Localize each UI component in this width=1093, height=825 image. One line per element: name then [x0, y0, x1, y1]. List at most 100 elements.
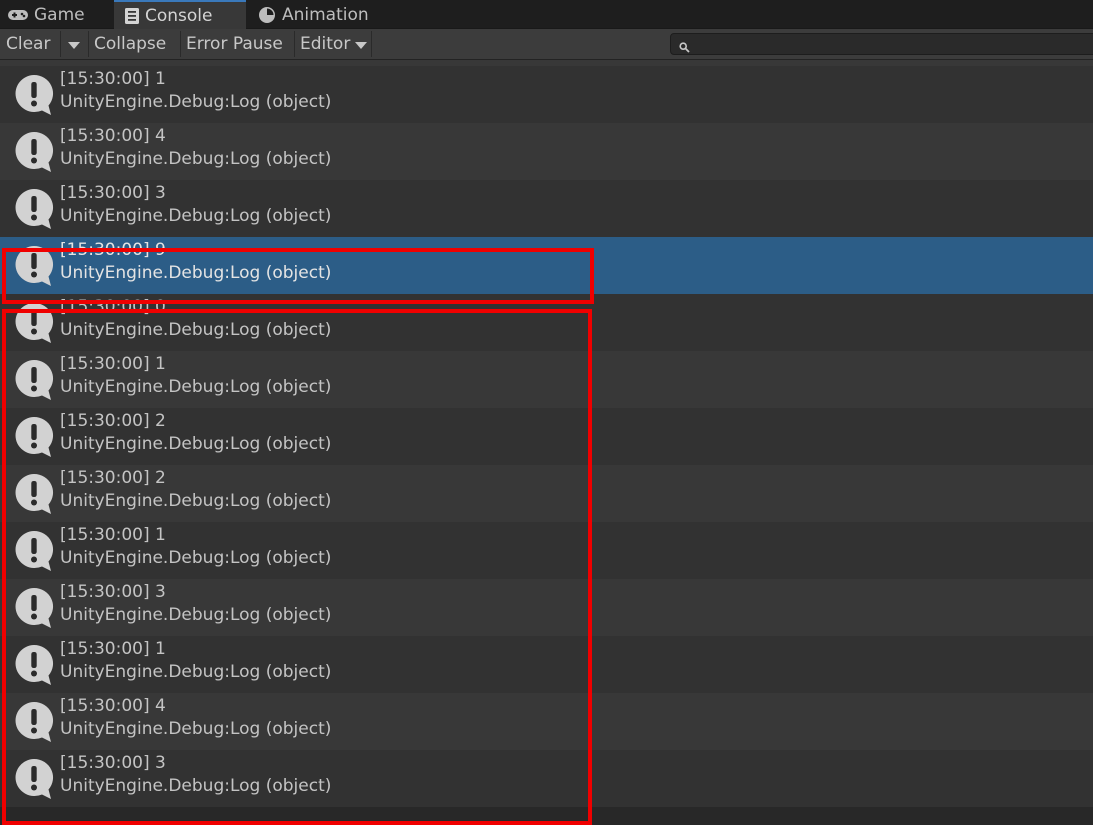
log-stack-source: UnityEngine.Debug:Log (object): [60, 320, 332, 340]
log-message: 4: [155, 126, 166, 146]
log-message: 4: [155, 696, 166, 716]
log-message-icon: [14, 74, 54, 120]
log-timestamp: [15:30:00]: [60, 183, 150, 203]
log-entry-header: [15:30:00] 2: [60, 411, 166, 431]
log-stack-source: UnityEngine.Debug:Log (object): [60, 605, 332, 625]
log-message-icon: [14, 359, 54, 405]
tab-console[interactable]: Console: [114, 0, 246, 29]
log-stack-source: UnityEngine.Debug:Log (object): [60, 776, 332, 796]
log-stack-source: UnityEngine.Debug:Log (object): [60, 662, 332, 682]
log-entry[interactable]: [15:30:00] 2 UnityEngine.Debug:Log (object…: [0, 465, 1093, 522]
gamepad-icon: [8, 9, 28, 21]
log-message-icon: [14, 473, 54, 519]
log-timestamp: [15:30:00]: [60, 240, 150, 260]
log-message: 3: [155, 582, 166, 602]
log-message: 1: [155, 639, 166, 659]
tab-label: Game: [34, 4, 85, 25]
log-timestamp: [15:30:00]: [60, 753, 150, 773]
log-stack-source: UnityEngine.Debug:Log (object): [60, 548, 332, 568]
error-pause-toggle[interactable]: Error Pause: [186, 29, 283, 59]
log-message-icon: [14, 701, 54, 747]
log-message: 3: [155, 183, 166, 203]
log-message-icon: [14, 758, 54, 804]
animation-clock-icon: [258, 6, 276, 24]
chevron-down-icon: [355, 41, 368, 49]
chevron-down-icon: [68, 41, 80, 49]
log-entry[interactable]: [15:30:00] 3 UnityEngine.Debug:Log (object…: [0, 750, 1093, 807]
log-entry[interactable]: [15:30:00] 1 UnityEngine.Debug:Log (object…: [0, 636, 1093, 693]
tab-label: Console: [145, 5, 213, 26]
log-entry[interactable]: [15:30:00] 1 UnityEngine.Debug:Log (object…: [0, 351, 1093, 408]
log-entry-header: [15:30:00] 1: [60, 525, 166, 545]
collapse-toggle[interactable]: Collapse: [94, 29, 166, 59]
log-stack-source: UnityEngine.Debug:Log (object): [60, 92, 332, 112]
log-stack-source: UnityEngine.Debug:Log (object): [60, 719, 332, 739]
console-log-list[interactable]: UnityEngine.Debug:Log (object)[15:30:00]…: [0, 60, 1093, 825]
log-timestamp: [15:30:00]: [60, 297, 150, 317]
clear-options-dropdown[interactable]: [63, 29, 85, 59]
log-timestamp: [15:30:00]: [60, 411, 150, 431]
log-timestamp: [15:30:00]: [60, 582, 150, 602]
log-message: 2: [155, 468, 166, 488]
toolbar-divider: [60, 31, 61, 57]
log-entry[interactable]: [15:30:00] 3 UnityEngine.Debug:Log (object…: [0, 180, 1093, 237]
log-stack-source: UnityEngine.Debug:Log (object): [60, 149, 332, 169]
log-entry[interactable]: [15:30:00] 3 UnityEngine.Debug:Log (object…: [0, 579, 1093, 636]
log-entry-header: [15:30:00] 4: [60, 696, 166, 716]
log-entry[interactable]: [15:30:00] 4 UnityEngine.Debug:Log (object…: [0, 693, 1093, 750]
log-entry-selected[interactable]: [15:30:00] 9 UnityEngine.Debug:Log (object…: [0, 237, 1093, 294]
toolbar-divider: [294, 31, 295, 57]
log-message: 1: [155, 354, 166, 374]
log-entry[interactable]: [15:30:00] 0 UnityEngine.Debug:Log (object…: [0, 294, 1093, 351]
log-entry-header: [15:30:00] 3: [60, 753, 166, 773]
log-message: 1: [155, 525, 166, 545]
log-timestamp: [15:30:00]: [60, 354, 150, 374]
log-message-icon: [14, 644, 54, 690]
clear-button[interactable]: Clear: [6, 29, 50, 59]
log-message-icon: [14, 530, 54, 576]
editor-dropdown[interactable]: Editor: [300, 29, 368, 59]
tab-game[interactable]: Game: [8, 0, 85, 29]
log-message-icon: [14, 302, 54, 348]
log-message: 2: [155, 411, 166, 431]
editor-tab-bar: Game Console Animation: [0, 0, 1093, 29]
log-message: 9: [155, 240, 166, 260]
console-list-icon: [125, 7, 139, 24]
log-message-icon: [14, 245, 54, 291]
log-entry-header: [15:30:00] 4: [60, 126, 166, 146]
log-entry-header: [15:30:00] 1: [60, 639, 166, 659]
log-message-icon: [14, 188, 54, 234]
log-entry-header: [15:30:00] 1: [60, 69, 166, 89]
toolbar-divider: [371, 31, 372, 57]
log-timestamp: [15:30:00]: [60, 525, 150, 545]
log-entry[interactable]: [15:30:00] 1 UnityEngine.Debug:Log (object…: [0, 522, 1093, 579]
toolbar-divider: [180, 31, 181, 57]
log-message: 3: [155, 753, 166, 773]
log-stack-source: UnityEngine.Debug:Log (object): [60, 491, 332, 511]
toolbar-divider: [88, 31, 89, 57]
log-entry[interactable]: [15:30:00] 1 UnityEngine.Debug:Log (object…: [0, 66, 1093, 123]
log-message: 0: [155, 297, 166, 317]
log-entry-header: [15:30:00] 3: [60, 582, 166, 602]
log-stack-source: UnityEngine.Debug:Log (object): [60, 377, 332, 397]
log-entry-header: [15:30:00] 2: [60, 468, 166, 488]
log-timestamp: [15:30:00]: [60, 696, 150, 716]
search-input[interactable]: [670, 33, 1093, 55]
log-message-icon: [14, 60, 54, 63]
log-timestamp: [15:30:00]: [60, 468, 150, 488]
tab-label: Animation: [282, 4, 369, 25]
search-icon: [679, 38, 690, 57]
log-message-icon: [14, 587, 54, 633]
log-timestamp: [15:30:00]: [60, 69, 150, 89]
log-stack-source: UnityEngine.Debug:Log (object): [60, 206, 332, 226]
log-message-icon: [14, 131, 54, 177]
tab-animation[interactable]: Animation: [258, 0, 369, 29]
log-timestamp: [15:30:00]: [60, 126, 150, 146]
log-entry-header: [15:30:00] 1: [60, 354, 166, 374]
log-message-icon: [14, 416, 54, 462]
log-entry[interactable]: [15:30:00] 2 UnityEngine.Debug:Log (object…: [0, 408, 1093, 465]
log-entry-header: [15:30:00] 0: [60, 297, 166, 317]
log-timestamp: [15:30:00]: [60, 639, 150, 659]
log-entry[interactable]: [15:30:00] 4 UnityEngine.Debug:Log (object…: [0, 123, 1093, 180]
log-stack-source: UnityEngine.Debug:Log (object): [60, 434, 332, 454]
